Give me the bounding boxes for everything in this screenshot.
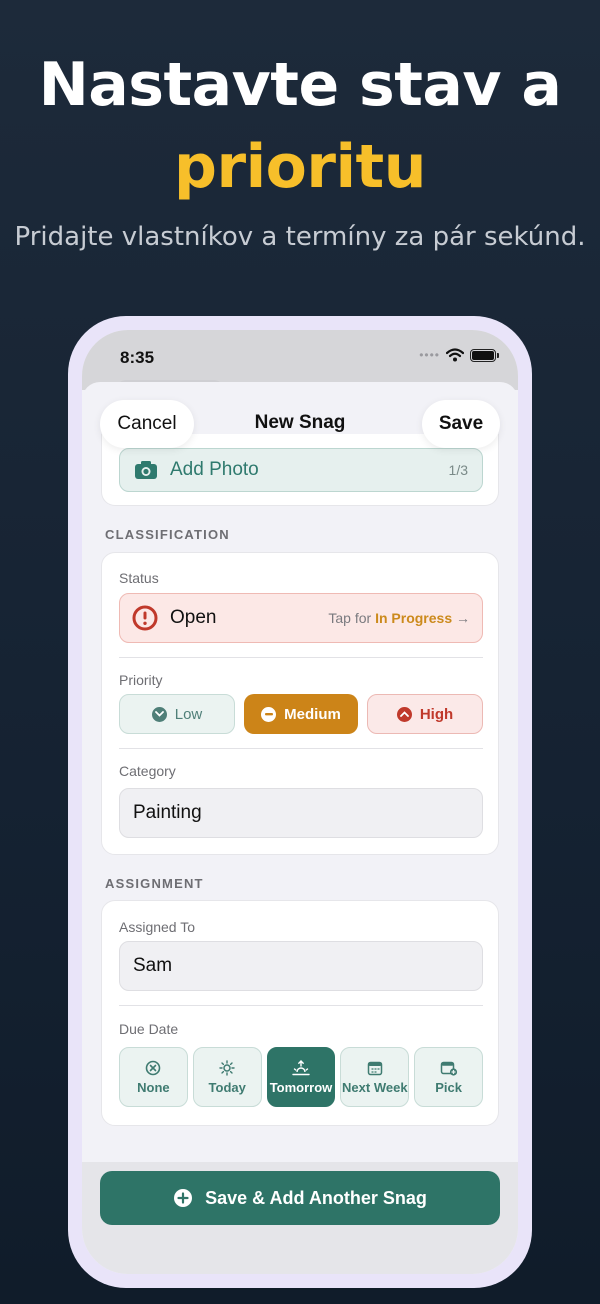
signal-dots-icon: •••• xyxy=(419,348,440,362)
status-hint-next: In Progress xyxy=(375,610,453,626)
status-time: 8:35 xyxy=(120,348,155,367)
due-today-label: Today xyxy=(208,1079,246,1095)
save-and-add-another-label: Save & Add Another Snag xyxy=(205,1187,427,1208)
category-field[interactable]: Painting xyxy=(119,788,483,838)
promo-headline-line1: Nastavte stav a xyxy=(38,50,562,120)
wifi-icon xyxy=(446,348,464,362)
photo-count: 1/3 xyxy=(448,462,468,478)
divider xyxy=(119,748,483,749)
plus-circle-icon xyxy=(174,1189,193,1207)
priority-medium-label: Medium xyxy=(284,705,341,723)
status-icons: •••• xyxy=(419,348,499,362)
assignment-section-title: ASSIGNMENT xyxy=(105,876,204,891)
status-toggle[interactable]: Open Tap for In Progress → xyxy=(119,593,483,643)
priority-medium-button[interactable]: Medium xyxy=(244,694,358,734)
promo-headline-line2: prioritu xyxy=(174,132,426,202)
minus-circle-icon xyxy=(261,706,277,722)
calendar-add-icon xyxy=(440,1061,457,1076)
status-label: Status xyxy=(119,570,159,586)
sunrise-icon xyxy=(292,1059,310,1075)
chevron-down-circle-icon xyxy=(151,706,167,722)
due-tomorrow-label: Tomorrow xyxy=(269,1079,333,1095)
priority-segment: Low Medium High xyxy=(119,694,483,734)
x-circle-icon xyxy=(146,1060,161,1075)
arrow-right-icon: → xyxy=(456,610,470,626)
due-none-button[interactable]: None xyxy=(119,1047,188,1107)
due-pick-button[interactable]: Pick xyxy=(414,1047,483,1107)
exclamation-circle-icon xyxy=(132,605,158,631)
due-next-week-label: Next Week xyxy=(342,1079,408,1095)
add-photo-button[interactable]: Add Photo 1/3 xyxy=(119,448,483,492)
save-and-add-another-button[interactable]: Save & Add Another Snag xyxy=(100,1171,500,1225)
priority-high-label: High xyxy=(419,705,454,723)
assignment-card: Assigned To Sam Due Date None Today Tomo… xyxy=(101,900,499,1126)
priority-label: Priority xyxy=(119,672,163,688)
promo-subheadline: Pridajte vlastníkov a termíny za pár sek… xyxy=(14,222,586,252)
priority-high-button[interactable]: High xyxy=(367,694,483,734)
priority-low-button[interactable]: Low xyxy=(119,694,235,734)
sun-icon xyxy=(219,1059,235,1076)
category-label: Category xyxy=(119,763,176,779)
status-hint: Tap for In Progress → xyxy=(328,610,470,626)
due-pick-label: Pick xyxy=(435,1079,462,1095)
status-hint-prefix: Tap for xyxy=(328,610,372,626)
status-value: Open xyxy=(170,607,217,628)
divider xyxy=(119,1005,483,1006)
due-next-week-button[interactable]: Next Week xyxy=(340,1047,410,1107)
promo-headline: Nastavte stav a prioritu xyxy=(0,44,600,208)
calendar-icon xyxy=(367,1061,383,1075)
due-date-label: Due Date xyxy=(119,1021,179,1037)
divider xyxy=(119,657,483,658)
battery-icon xyxy=(470,348,499,362)
phone-screen: 8:35 •••• Add Photo 1/3 Cancel New Snag … xyxy=(82,330,518,1274)
classification-card: Status Open Tap for In Progress → Priori… xyxy=(101,552,499,855)
due-today-button[interactable]: Today xyxy=(192,1047,262,1107)
classification-section-title: CLASSIFICATION xyxy=(105,527,230,542)
nav-bar: Cancel New Snag Save xyxy=(82,400,518,452)
due-none-label: None xyxy=(137,1079,170,1095)
save-button[interactable]: Save xyxy=(422,400,500,448)
assigned-to-label: Assigned To xyxy=(119,919,196,935)
camera-icon xyxy=(135,461,157,479)
add-photo-label: Add Photo xyxy=(170,459,259,480)
priority-low-label: Low xyxy=(174,705,203,723)
due-tomorrow-button[interactable]: Tomorrow xyxy=(266,1047,336,1107)
due-date-options: None Today Tomorrow Next Week Pick xyxy=(119,1047,483,1107)
chevron-up-circle-icon xyxy=(396,706,412,722)
assigned-to-field[interactable]: Sam xyxy=(119,941,483,991)
